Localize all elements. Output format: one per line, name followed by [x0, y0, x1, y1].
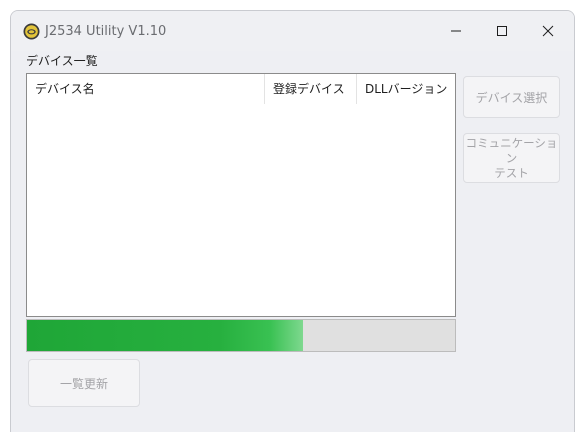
app-window: J2534 Utility V1.10 デバイス一覧 デバイス名 登録デバイス …	[10, 10, 575, 432]
column-header-device-name[interactable]: デバイス名	[27, 74, 265, 104]
close-button[interactable]	[525, 11, 571, 51]
maximize-button[interactable]	[479, 11, 525, 51]
progress-bar-fill	[27, 320, 304, 351]
minimize-button[interactable]	[433, 11, 479, 51]
refresh-list-label: 一覧更新	[59, 376, 108, 391]
communication-test-label-line2: テスト	[494, 165, 529, 180]
device-list-caption: デバイス一覧	[26, 54, 98, 68]
device-list-header: デバイス名 登録デバイス DLLバージョン	[27, 74, 455, 104]
progress-bar	[26, 319, 456, 352]
window-title: J2534 Utility V1.10	[45, 24, 167, 39]
minimize-icon	[451, 30, 461, 32]
communication-test-button[interactable]: コミュニケーション テスト	[463, 133, 560, 183]
column-header-registered-device[interactable]: 登録デバイス	[265, 74, 357, 104]
app-logo-icon	[23, 23, 40, 40]
device-list[interactable]: デバイス名 登録デバイス DLLバージョン	[26, 73, 456, 317]
refresh-list-button[interactable]: 一覧更新	[28, 359, 140, 407]
close-icon	[542, 25, 554, 37]
column-header-dll-version[interactable]: DLLバージョン	[357, 74, 455, 104]
title-bar[interactable]: J2534 Utility V1.10	[11, 11, 574, 51]
page: J2534 Utility V1.10 デバイス一覧 デバイス名 登録デバイス …	[0, 0, 587, 432]
maximize-icon	[497, 26, 507, 36]
select-device-label: デバイス選択	[475, 90, 548, 105]
select-device-button[interactable]: デバイス選択	[463, 76, 560, 118]
communication-test-label-line1: コミュニケーション	[465, 135, 558, 165]
